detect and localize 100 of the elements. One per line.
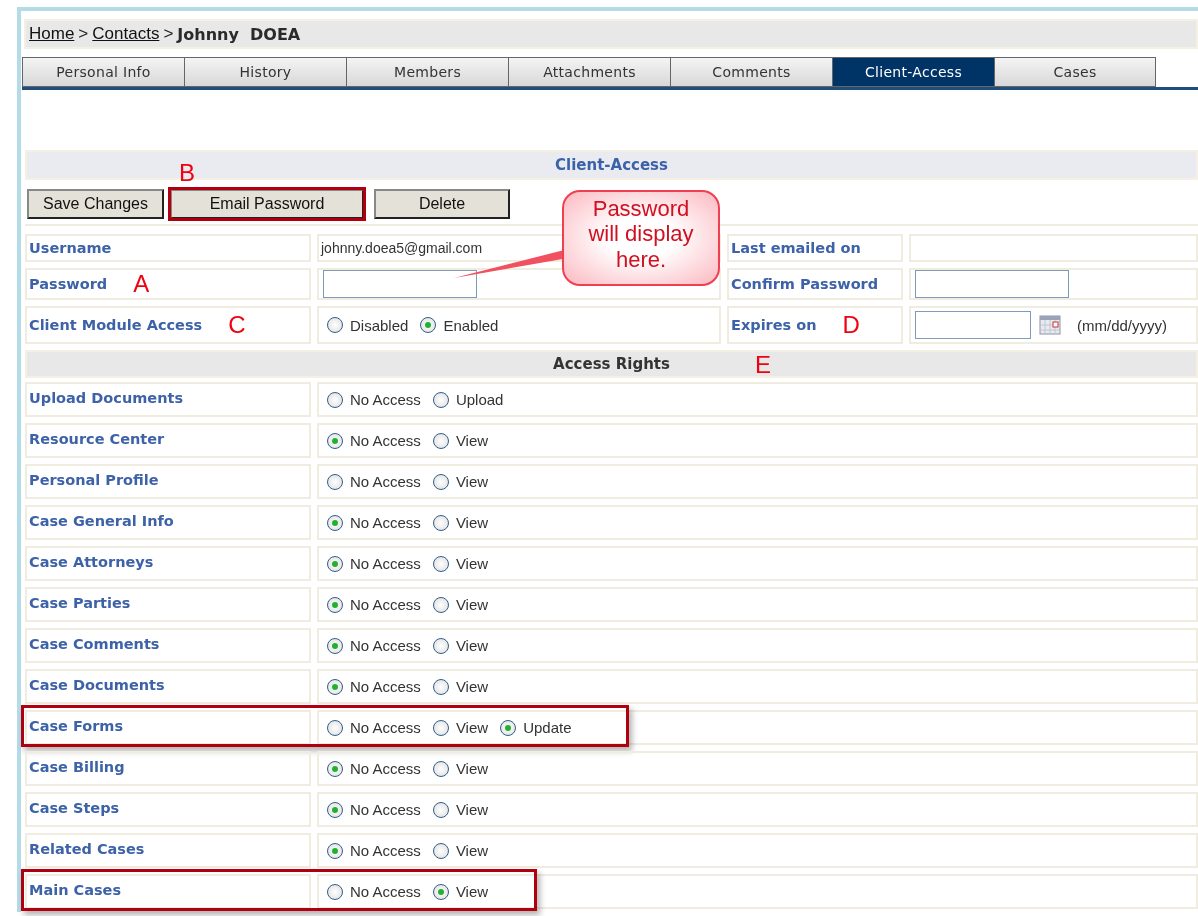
radio-button[interactable] bbox=[432, 801, 449, 818]
radio-button[interactable] bbox=[432, 760, 449, 777]
tab[interactable]: Attachments bbox=[508, 57, 670, 87]
radio-button[interactable] bbox=[432, 719, 449, 736]
tab[interactable]: Client-Access bbox=[832, 57, 994, 87]
radio-button[interactable] bbox=[327, 317, 343, 333]
permission-label: Case Documents bbox=[25, 669, 311, 704]
radio-label: No Access bbox=[350, 760, 421, 777]
radio-label: No Access bbox=[350, 719, 421, 736]
radio-label: View bbox=[455, 432, 489, 449]
radio-label: No Access bbox=[350, 391, 421, 408]
radio-label: Update bbox=[523, 719, 572, 736]
confirm-password-field[interactable] bbox=[915, 270, 1069, 298]
radio-label: No Access bbox=[350, 596, 421, 613]
password-field[interactable] bbox=[323, 270, 477, 298]
radio-button[interactable] bbox=[420, 317, 437, 333]
radio-button[interactable] bbox=[327, 596, 343, 613]
breadcrumb-link[interactable]: Home bbox=[29, 24, 75, 44]
radio-label: View bbox=[455, 473, 489, 490]
permission-label: Main Cases bbox=[25, 874, 311, 909]
action-button[interactable]: Delete bbox=[374, 189, 510, 219]
radio-button[interactable] bbox=[432, 637, 449, 654]
permission-label: Case Attorneys bbox=[25, 546, 311, 581]
permission-label: Case Forms bbox=[25, 710, 311, 745]
field-label: Password bbox=[29, 276, 108, 292]
radio-label: No Access bbox=[350, 555, 421, 572]
field-label: Expires on bbox=[731, 317, 817, 333]
radio-button[interactable] bbox=[327, 842, 343, 859]
radio-label: No Access bbox=[350, 432, 421, 449]
radio-label: View bbox=[455, 842, 489, 859]
permission-label: Case Steps bbox=[25, 792, 311, 827]
radio-label: View bbox=[455, 801, 489, 818]
action-button[interactable]: Save Changes bbox=[27, 189, 164, 219]
radio-label: No Access bbox=[350, 678, 421, 695]
radio-label: No Access bbox=[350, 801, 421, 818]
permission-label: Case Billing bbox=[25, 751, 311, 786]
radio-button[interactable] bbox=[327, 719, 343, 736]
radio-button[interactable] bbox=[327, 391, 343, 408]
radio-button[interactable] bbox=[500, 719, 517, 736]
radio-button[interactable] bbox=[327, 555, 343, 572]
breadcrumb-separator: > bbox=[163, 24, 174, 44]
radio-button[interactable] bbox=[432, 514, 449, 531]
date-format-hint: (mm/dd/yyyy) bbox=[1077, 316, 1167, 334]
tab[interactable]: Comments bbox=[670, 57, 832, 87]
radio-button[interactable] bbox=[432, 473, 449, 490]
radio-label: Disabled bbox=[350, 316, 409, 334]
action-button[interactable]: Email Password bbox=[170, 189, 364, 219]
radio-button[interactable] bbox=[432, 596, 449, 613]
radio-label: View bbox=[455, 596, 489, 613]
radio-button[interactable] bbox=[432, 555, 449, 572]
radio-label: View bbox=[455, 678, 489, 695]
section-title: Access Rights bbox=[553, 355, 670, 373]
tab[interactable]: Members bbox=[346, 57, 508, 87]
radio-label: Enabled bbox=[443, 316, 499, 334]
radio-label: No Access bbox=[350, 473, 421, 490]
radio-label: View bbox=[455, 760, 489, 777]
radio-button[interactable] bbox=[432, 432, 449, 449]
radio-label: View bbox=[455, 637, 489, 654]
tab[interactable]: Cases bbox=[994, 57, 1156, 87]
permission-label: Resource Center bbox=[25, 423, 311, 458]
permission-label: Upload Documents bbox=[25, 382, 311, 417]
permission-label: Case Parties bbox=[25, 587, 311, 622]
radio-button[interactable] bbox=[327, 801, 343, 818]
annotation-letter: C bbox=[228, 313, 246, 337]
permission-label: Case Comments bbox=[25, 628, 311, 663]
permission-label: Related Cases bbox=[25, 833, 311, 868]
breadcrumb-separator: > bbox=[78, 24, 89, 44]
radio-label: No Access bbox=[350, 514, 421, 531]
tab[interactable]: History bbox=[184, 57, 346, 87]
field-label: Client Module Access bbox=[29, 317, 203, 333]
radio-label: Upload bbox=[455, 391, 504, 408]
radio-button[interactable] bbox=[327, 473, 343, 490]
field-label: Username bbox=[25, 234, 311, 262]
radio-button[interactable] bbox=[432, 678, 449, 695]
radio-button[interactable] bbox=[327, 514, 343, 531]
radio-button[interactable] bbox=[432, 391, 449, 408]
radio-label: No Access bbox=[350, 637, 421, 654]
annotation-letter: A bbox=[133, 272, 150, 296]
radio-label: View bbox=[455, 555, 489, 572]
breadcrumb-link[interactable]: Contacts bbox=[92, 24, 160, 44]
radio-button[interactable] bbox=[327, 678, 343, 695]
date-field[interactable] bbox=[915, 311, 1031, 339]
breadcrumb-current: Johnny DOEA bbox=[177, 24, 301, 44]
field-label: Last emailed on bbox=[727, 234, 903, 262]
tab[interactable]: Personal Info bbox=[22, 57, 184, 87]
annotation-letter: E bbox=[755, 353, 771, 377]
radio-label: View bbox=[455, 719, 489, 736]
callout-bubble: Password will display here. bbox=[562, 190, 720, 286]
radio-button[interactable] bbox=[327, 432, 343, 449]
annotation-letter: D bbox=[842, 313, 860, 337]
radio-button[interactable] bbox=[432, 842, 449, 859]
permission-label: Case General Info bbox=[25, 505, 311, 540]
radio-button[interactable] bbox=[327, 637, 343, 654]
field-label: Confirm Password bbox=[727, 268, 903, 300]
radio-label: View bbox=[455, 883, 489, 900]
radio-button[interactable] bbox=[327, 760, 343, 777]
radio-button[interactable] bbox=[432, 883, 449, 900]
radio-button[interactable] bbox=[327, 883, 343, 900]
annotation-letter: B bbox=[179, 161, 195, 185]
radio-label: No Access bbox=[350, 842, 421, 859]
